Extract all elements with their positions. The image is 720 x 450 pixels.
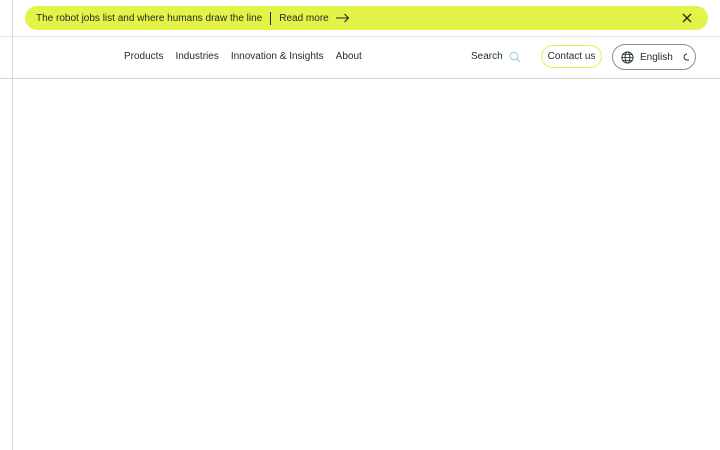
announcement-banner: The robot jobs list and where humans dra… <box>25 6 708 30</box>
close-icon[interactable] <box>681 12 693 24</box>
language-selector[interactable]: English <box>612 44 696 70</box>
spinner-icon <box>683 53 691 61</box>
banner-text: The robot jobs list and where humans dra… <box>36 12 263 24</box>
page: The robot jobs list and where humans dra… <box>0 0 720 450</box>
header-divider-top <box>0 36 720 37</box>
main-nav: Products Industries Innovation & Insight… <box>124 50 362 64</box>
read-more-label: Read more <box>279 12 329 24</box>
search-button[interactable]: Search <box>471 50 521 64</box>
read-more-link[interactable]: Read more <box>279 13 349 24</box>
nav-item-products[interactable]: Products <box>124 50 163 64</box>
nav-item-about[interactable]: About <box>336 50 362 64</box>
contact-us-button[interactable]: Contact us <box>541 45 602 68</box>
nav-item-industries[interactable]: Industries <box>175 50 218 64</box>
header-divider-bottom <box>0 78 720 79</box>
language-label: English <box>640 51 673 63</box>
contact-us-label: Contact us <box>547 51 596 62</box>
search-label: Search <box>471 51 503 62</box>
nav-item-innovation-insights[interactable]: Innovation & Insights <box>231 50 324 64</box>
arrow-right-icon <box>335 13 350 23</box>
globe-icon <box>621 50 634 64</box>
banner-divider <box>270 11 272 25</box>
search-icon <box>509 51 521 63</box>
left-border-line <box>12 0 13 450</box>
